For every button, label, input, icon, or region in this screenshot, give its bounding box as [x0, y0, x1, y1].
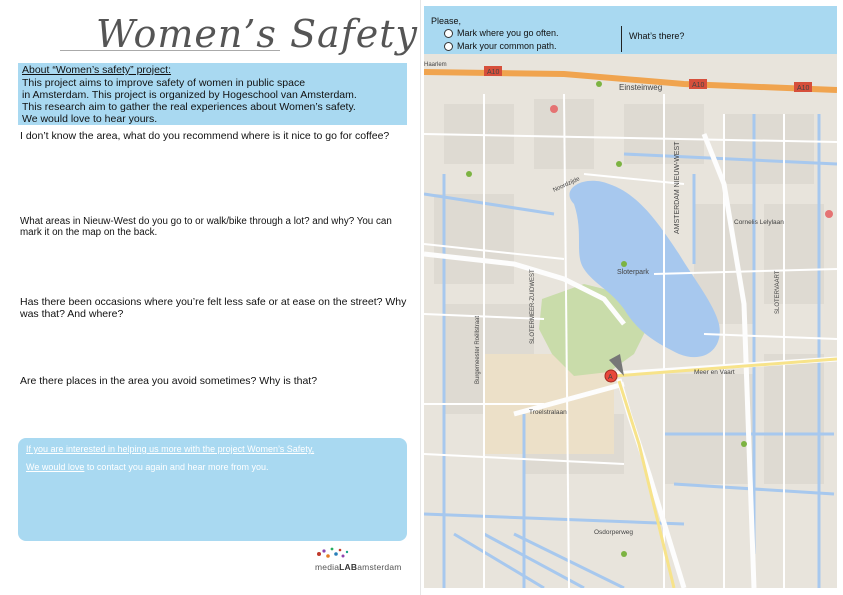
contact-box[interactable]: If you are interested in helping us more… — [18, 438, 407, 541]
map-label-nieuw-west: AMSTERDAM NIEUW-WEST — [674, 141, 681, 234]
whats-there-label: What’s there? — [629, 31, 685, 41]
medialab-logo: mediaLABamsterdam — [315, 544, 410, 574]
map-prompt-box: Please, Mark where you go often. Mark yo… — [424, 6, 837, 54]
map-label-slotervaart: SLOTERVAART — [775, 270, 781, 314]
prompt-separator — [621, 26, 622, 52]
map-label-troelstralaan: Troelstralaan — [529, 409, 567, 416]
road-badge-a10-text: A10 — [487, 69, 500, 76]
radio-icon[interactable] — [444, 29, 453, 38]
marker-letter: A — [608, 374, 613, 381]
about-line: This research aim to gather the real exp… — [22, 101, 356, 113]
question-coffee[interactable]: I don’t know the area, what do you recom… — [20, 130, 400, 142]
map-label-meer-en-vaart: Meer en Vaart — [694, 369, 735, 376]
question-avoid[interactable]: Are there places in the area you avoid s… — [20, 375, 400, 387]
logo-text: mediaLABamsterdam — [315, 562, 402, 572]
title-underline — [60, 50, 280, 51]
map-label-osdorperweg: Osdorperweg — [594, 529, 633, 536]
front-page: Women’s Safety About “Women’s safety” pr… — [0, 0, 420, 595]
page-divider — [420, 0, 421, 595]
map-prompt-please: Please, — [431, 16, 462, 26]
radio-icon[interactable] — [444, 42, 453, 51]
about-project-box: About “Women’s safety” project: This pro… — [18, 63, 407, 125]
svg-text:A10: A10 — [797, 85, 810, 92]
contact-line: If you are interested in helping us more… — [26, 444, 315, 454]
street-map[interactable]: A10 A10 A10 Einsteinweg Haarlem Sloterpa… — [424, 54, 837, 588]
about-line: in Amsterdam. This project is organized … — [22, 89, 357, 101]
contact-line: We would love to contact you again and h… — [26, 462, 269, 472]
map-canvas[interactable]: A10 A10 A10 Einsteinweg Haarlem Sloterpa… — [424, 54, 837, 588]
map-label-slotermeer: SLOTERMEER-ZUIDWEST — [530, 269, 536, 344]
map-label-sloterpark: Sloterpark — [617, 269, 649, 276]
svg-text:A10: A10 — [692, 82, 705, 89]
question-less-safe[interactable]: Has there been occasions where you’re fe… — [20, 296, 415, 320]
question-areas[interactable]: What areas in Nieuw-West do you go to or… — [20, 216, 400, 238]
map-label-roellstraat: Burgemeester Roëllstraat — [475, 316, 481, 384]
map-label-lelylaan: Cornelis Lelylaan — [734, 219, 784, 226]
map-label-haarlem: Haarlem — [424, 62, 447, 68]
about-heading: About “Women’s safety” project: — [22, 64, 172, 76]
logo-dots-icon — [317, 547, 349, 558]
map-label-einsteinweg: Einsteinweg — [619, 83, 662, 92]
about-line: This project aims to improve safety of w… — [22, 77, 306, 89]
about-line: We would love to hear yours. — [22, 113, 158, 125]
